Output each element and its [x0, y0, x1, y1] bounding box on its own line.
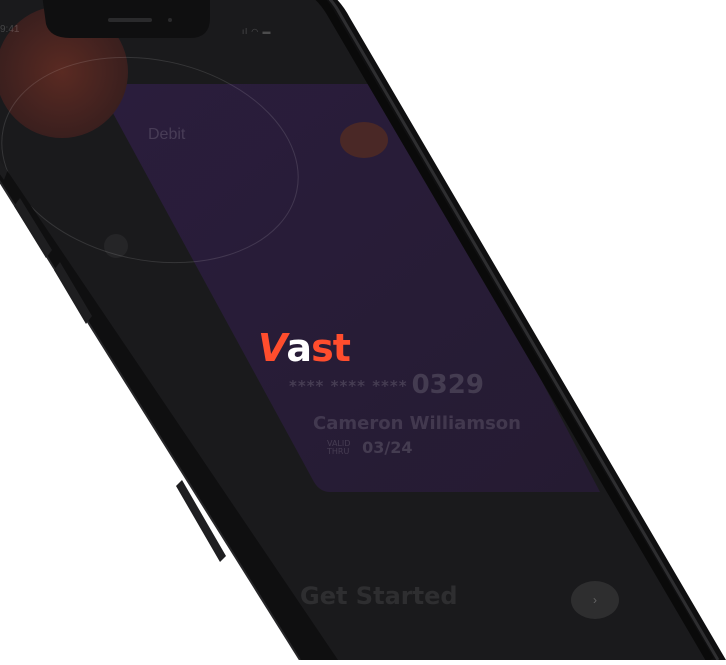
signal-icon: ıl	[242, 27, 248, 36]
brand-logo-a: a	[286, 326, 312, 370]
status-time: 9:41	[0, 24, 20, 35]
card-validity: VALID THRU 03/24	[327, 437, 412, 457]
brand-logo: Vast	[258, 326, 351, 370]
status-icons: ıl ◠ ▬	[242, 27, 271, 36]
card-number-mask: **** **** ****	[289, 377, 408, 395]
wifi-icon: ◠	[251, 27, 260, 36]
card-expiry: 03/24	[362, 438, 413, 457]
brand-logo-st: st	[311, 326, 351, 370]
cardholder-name: Cameron Williamson	[313, 413, 521, 434]
get-started-title[interactable]: Get Started	[300, 582, 458, 610]
next-button[interactable]: ›	[571, 581, 619, 619]
card-number: **** **** **** 0329	[289, 370, 484, 400]
brand-logo-v: V	[258, 326, 287, 370]
battery-icon: ▬	[262, 27, 272, 36]
thru-label: THRU	[327, 446, 350, 456]
card-number-last: 0329	[411, 370, 484, 400]
chevron-right-icon: ›	[593, 593, 597, 607]
screen-content: 9:41 ıl ◠ ▬ Debit Vast **** **** **** 032…	[0, 0, 726, 660]
valid-thru-label: VALID THRU	[327, 439, 357, 456]
card-type-label: Debit	[148, 126, 186, 143]
